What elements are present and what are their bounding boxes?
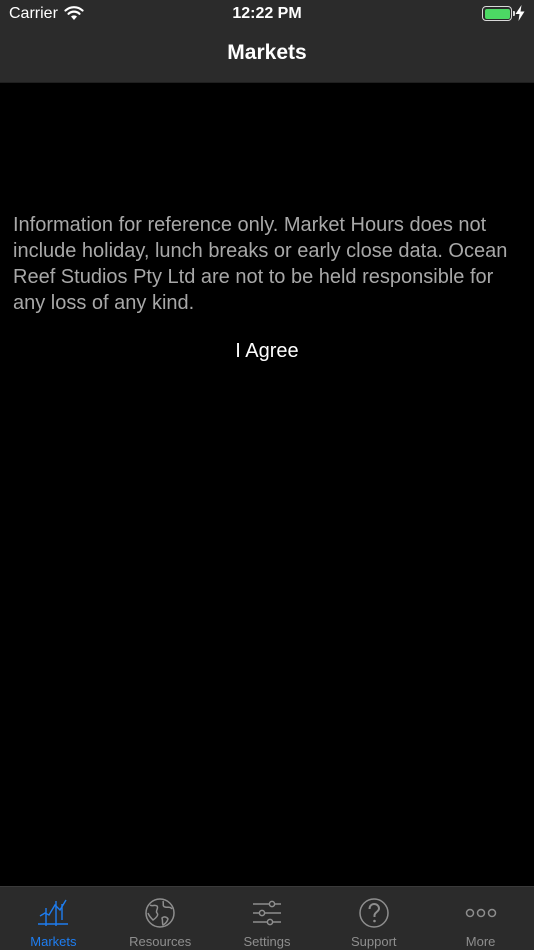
battery-icon — [482, 6, 515, 21]
tab-label: Support — [351, 934, 397, 949]
status-time: 12:22 PM — [232, 5, 302, 22]
tab-label: More — [465, 934, 496, 949]
agree-button[interactable]: I Agree — [0, 340, 534, 363]
tab-markets[interactable]: Markets — [0, 887, 107, 950]
sliders-icon — [252, 900, 281, 926]
tab-settings[interactable]: Settings — [214, 887, 321, 950]
tab-label: Resources — [129, 934, 192, 949]
question-icon — [359, 898, 389, 928]
top-bar: Carrier 12:22 PM Markets — [0, 0, 534, 83]
tab-label: Markets — [30, 934, 77, 949]
status-bar: Carrier 12:22 PM — [0, 0, 534, 28]
globe-icon — [145, 898, 175, 928]
tab-support[interactable]: Support — [320, 887, 427, 950]
tab-resources[interactable]: Resources — [107, 887, 214, 950]
tab-more[interactable]: More — [427, 887, 534, 950]
chart-icon — [38, 899, 69, 926]
tab-label: Settings — [243, 934, 291, 949]
more-icon — [465, 908, 496, 918]
charging-bolt-icon — [515, 5, 525, 21]
tab-bar: Markets Resources Settings Support More — [0, 886, 534, 950]
disclaimer-text: Information for reference only. Market H… — [13, 214, 508, 314]
markets-screen: Carrier 12:22 PM Markets Information for… — [0, 0, 534, 950]
page-title: Markets — [227, 41, 307, 64]
